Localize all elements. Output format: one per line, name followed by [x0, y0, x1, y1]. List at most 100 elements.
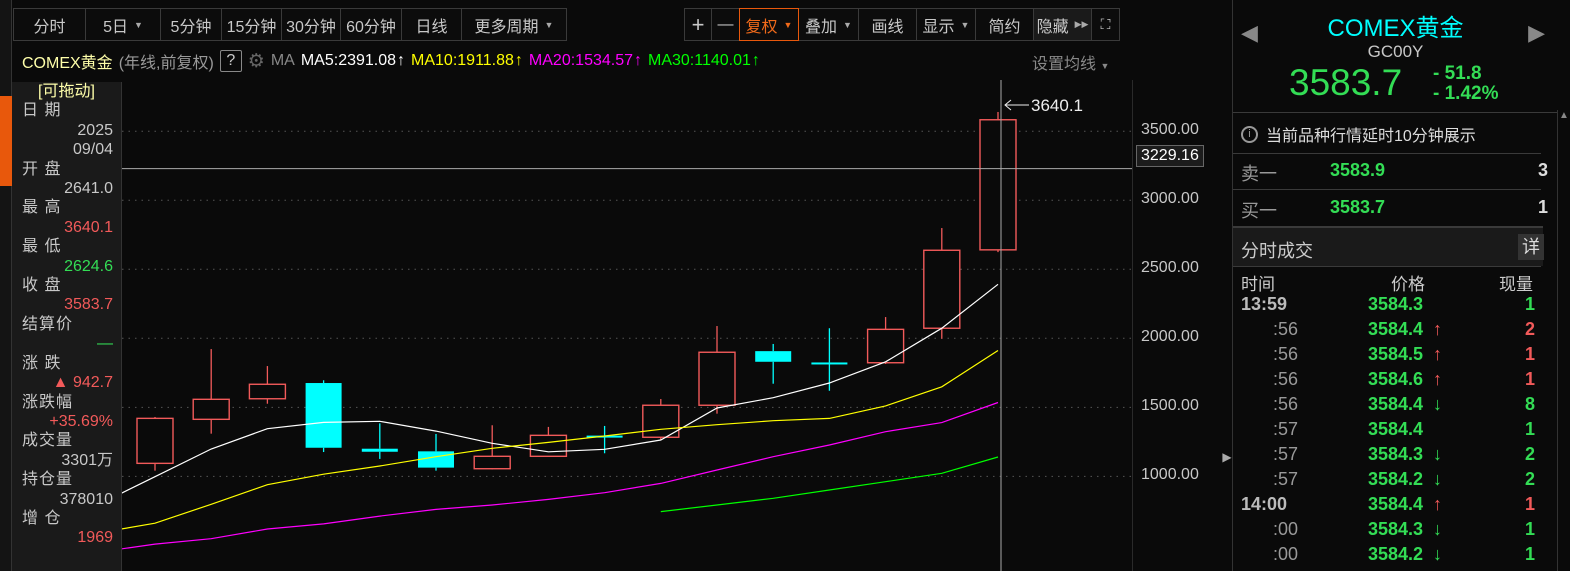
tab-60min[interactable]: 60分钟	[340, 8, 402, 41]
tick-volume: 1	[1525, 519, 1536, 539]
tab-5min[interactable]: 5分钟	[160, 8, 222, 41]
candle-body-up	[698, 351, 736, 406]
overlay-dropdown[interactable]: 叠加 ▼	[798, 8, 859, 41]
tick-row: :56 3584.4 ↑ 2	[1233, 319, 1543, 344]
set-ma-dropdown[interactable]: 设置均线 ▼	[1032, 50, 1109, 74]
tick-price: 3584.4	[1368, 419, 1424, 439]
candle-body-down	[755, 351, 792, 362]
date-label: 日 期	[22, 102, 62, 120]
chart-toolbar: + — 复权 ▼ 叠加 ▼ 画线 显示 ▼ 简约 隐藏 ▶▶ ⛶	[684, 8, 1120, 41]
help-button[interactable]: ?	[219, 50, 242, 72]
tick-price: 3584.4	[1368, 319, 1424, 339]
tick-row: :57 3584.3 ↓ 2	[1233, 444, 1543, 469]
adjust-dropdown[interactable]: 复权 ▼	[739, 8, 799, 41]
tick-row: :56 3584.6 ↑ 1	[1233, 369, 1543, 394]
hide-label: 隐藏	[1036, 18, 1069, 36]
last-price: 3583.7	[1289, 62, 1403, 103]
col-time: 时间	[1241, 275, 1275, 294]
change-label: 涨 跌	[22, 354, 62, 372]
arrow-down-icon: ↓	[1433, 469, 1442, 489]
ask-label: 卖一	[1241, 164, 1277, 184]
tick-row: :00 3584.3 ↓ 1	[1233, 519, 1543, 544]
y-tick-label: 1500.00	[1141, 397, 1199, 415]
quote-panel: ◀ ▶ COMEX黄金 GC00Y 3583.7 - 51.8 - 1.42% …	[1232, 0, 1557, 571]
ma-line-ma30	[660, 456, 999, 513]
overlay-label: 叠加	[805, 18, 838, 36]
ma-legend: COMEX黄金 (年线,前复权) ? ⚙ MA MA5:2391.08 ↑ MA1…	[22, 49, 766, 73]
tab-30min[interactable]: 30分钟	[281, 8, 341, 41]
double-chevron-right-icon: ▶▶	[1074, 19, 1089, 29]
ma-line-ma20	[122, 401, 999, 550]
scroll-up-icon[interactable]: ▲	[1559, 110, 1569, 121]
fullscreen-button[interactable]: ⛶	[1091, 8, 1120, 41]
tick-time: 13:59	[1241, 294, 1288, 314]
tick-time: 14:00	[1241, 494, 1288, 514]
tab-15min[interactable]: 15分钟	[221, 8, 282, 41]
candle-body-up	[136, 417, 174, 465]
tick-row: :56 3584.4 ↓ 8	[1233, 394, 1543, 419]
price-change-pct: - 1.42%	[1433, 83, 1499, 104]
draw-line-button[interactable]: 画线	[858, 8, 917, 41]
gear-icon[interactable]: ⚙	[248, 50, 265, 73]
bid-price: 3583.7	[1330, 197, 1386, 217]
pct-label: 涨跌幅	[22, 393, 74, 411]
low-value: 2624.6	[64, 257, 113, 275]
ticks-scrollbar[interactable]: ▲	[1557, 110, 1570, 571]
y-tick-label: 3500.00	[1141, 121, 1199, 139]
ask-price: 3583.9	[1330, 160, 1386, 180]
candle-body-down	[811, 362, 848, 365]
tab-5day[interactable]: 5日 ▼	[85, 8, 161, 41]
quote-code: GC00Y	[1367, 42, 1424, 61]
ma20-value: MA20:1534.57	[528, 52, 633, 69]
candle-body-up	[529, 434, 568, 458]
instrument-name: COMEX黄金	[22, 55, 113, 72]
tick-time: :00	[1273, 544, 1299, 564]
high-value: 3640.1	[64, 218, 113, 236]
tick-time: :00	[1273, 519, 1299, 539]
tab-intraday[interactable]: 分时	[13, 8, 86, 41]
simple-mode-button[interactable]: 简约	[975, 8, 1034, 41]
detail-button[interactable]: 详	[1518, 234, 1544, 260]
tick-volume: 1	[1525, 344, 1536, 364]
chevron-down-icon: ▼	[783, 19, 793, 30]
tick-time: :57	[1273, 444, 1299, 464]
zoom-in-button[interactable]: +	[684, 8, 712, 41]
volume-value: 3301万	[61, 451, 113, 469]
delay-notice: i 当前品种行情延时10分钟展示	[1241, 122, 1476, 146]
candlestick-chart[interactable]: 3640.1	[122, 80, 1222, 571]
arrow-up-icon: ↑	[397, 52, 406, 69]
set-ma-label: 设置均线	[1032, 56, 1097, 73]
y-tick-label: 2500.00	[1141, 259, 1199, 277]
tick-time: :56	[1273, 319, 1299, 339]
open-interest-value: 378010	[59, 490, 113, 508]
candle-body-up	[192, 398, 230, 421]
tick-volume: 1	[1525, 369, 1536, 389]
chevron-down-icon: ▼	[133, 19, 143, 30]
fullscreen-icon: ⛶	[1100, 16, 1111, 32]
arrow-up-icon: ↑	[751, 52, 760, 69]
display-dropdown[interactable]: 显示 ▼	[916, 8, 976, 41]
ma-label: MA	[270, 52, 295, 69]
tick-price: 3584.3	[1368, 519, 1424, 539]
adjust-label: 复权	[745, 18, 778, 36]
tab-daily[interactable]: 日线	[401, 8, 462, 41]
tick-volume: 2	[1525, 444, 1536, 464]
y-tick-label: 2000.00	[1141, 328, 1199, 346]
crosshair-price-label: 3229.16	[1136, 145, 1204, 167]
bid-label: 买一	[1241, 201, 1277, 221]
ticks-header: 分时成交 详	[1233, 226, 1544, 266]
panel-collapse-handle[interactable]: ▶	[1222, 440, 1232, 474]
tick-price: 3584.4	[1368, 494, 1424, 514]
more-periods-dropdown[interactable]: 更多周期 ▼	[461, 8, 567, 41]
candle-body-down	[418, 451, 454, 468]
candle-body-down	[361, 448, 398, 452]
ma5-value: MA5:2391.08	[300, 52, 397, 69]
candle-body-up	[923, 249, 961, 329]
zoom-out-button[interactable]: —	[711, 8, 740, 41]
tick-time: :57	[1273, 419, 1299, 439]
change-value: ▲ 942.7	[52, 374, 113, 392]
hide-panel-button[interactable]: 隐藏 ▶▶	[1033, 8, 1092, 41]
more-periods-label: 更多周期	[474, 18, 539, 36]
max-price-label: 3640.1	[1031, 96, 1083, 115]
bar-info-panel[interactable]: [可拖动] 日 期 2025 09/04 开 盘 2641.0 最 高 3640…	[12, 82, 122, 571]
